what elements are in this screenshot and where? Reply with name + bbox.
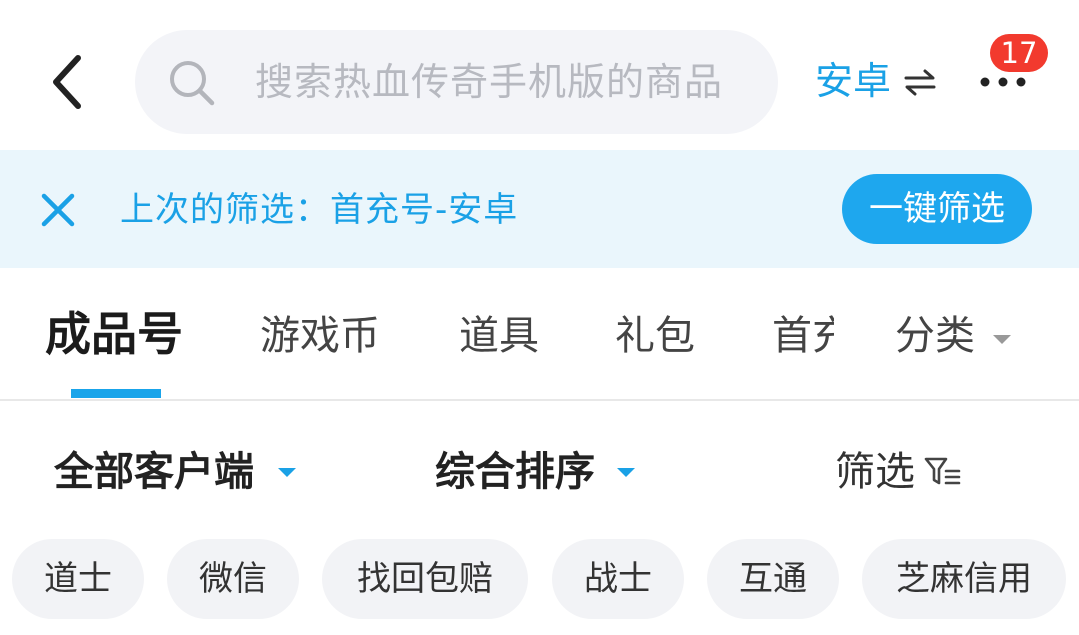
tab-first-recharge[interactable]: 首充 bbox=[772, 308, 834, 364]
search-input[interactable]: 搜索热血传奇手机版的商品 bbox=[255, 58, 723, 106]
back-icon[interactable] bbox=[40, 50, 100, 114]
notification-badge: 17 bbox=[990, 34, 1048, 72]
search-bar[interactable]: 搜索热血传奇手机版的商品 bbox=[135, 30, 778, 134]
platform-switch-label[interactable]: 安卓 bbox=[815, 56, 891, 106]
top-bar: 搜索热血传奇手机版的商品 安卓 17 bbox=[0, 0, 1079, 150]
chevron-down-icon bbox=[277, 463, 297, 477]
chip-wechat[interactable]: 微信 bbox=[167, 539, 299, 619]
chip-recovery-guarantee[interactable]: 找回包赔 bbox=[322, 539, 528, 619]
tab-category[interactable]: 分类 bbox=[895, 308, 975, 364]
filter-button[interactable]: 筛选 bbox=[835, 445, 915, 499]
chip-sesame-credit[interactable]: 芝麻信用 bbox=[862, 539, 1066, 619]
last-filter-bar: 上次的筛选：首充号-安卓 一键筛选 bbox=[0, 150, 1079, 268]
active-tab-indicator bbox=[71, 389, 161, 398]
client-filter-dropdown[interactable]: 全部客户端 bbox=[54, 445, 254, 499]
quick-filter-chips: 道士 微信 找回包赔 战士 互通 芝麻信用 bbox=[0, 535, 1079, 625]
tab-gift-packs[interactable]: 礼包 bbox=[615, 308, 695, 364]
category-tabs: 成品号 游戏币 道具 礼包 首充 分类 bbox=[0, 268, 1079, 400]
chevron-down-icon bbox=[991, 330, 1013, 344]
swap-icon[interactable] bbox=[903, 66, 937, 98]
tab-items[interactable]: 道具 bbox=[459, 308, 539, 364]
chevron-down-icon bbox=[616, 463, 636, 477]
sort-row: 全部客户端 综合排序 筛选 bbox=[0, 401, 1079, 521]
chip-taoist[interactable]: 道士 bbox=[12, 539, 144, 619]
funnel-icon[interactable] bbox=[924, 456, 962, 488]
chip-warrior[interactable]: 战士 bbox=[552, 539, 684, 619]
one-key-filter-button[interactable]: 一键筛选 bbox=[842, 174, 1032, 244]
sort-dropdown[interactable]: 综合排序 bbox=[435, 445, 595, 499]
search-icon bbox=[167, 58, 217, 108]
tab-game-currency[interactable]: 游戏币 bbox=[260, 308, 380, 364]
last-filter-text: 上次的筛选：首充号-安卓 bbox=[120, 190, 519, 230]
chip-interoperable[interactable]: 互通 bbox=[707, 539, 839, 619]
close-icon[interactable] bbox=[38, 190, 78, 230]
tab-finished-accounts[interactable]: 成品号 bbox=[45, 306, 183, 362]
